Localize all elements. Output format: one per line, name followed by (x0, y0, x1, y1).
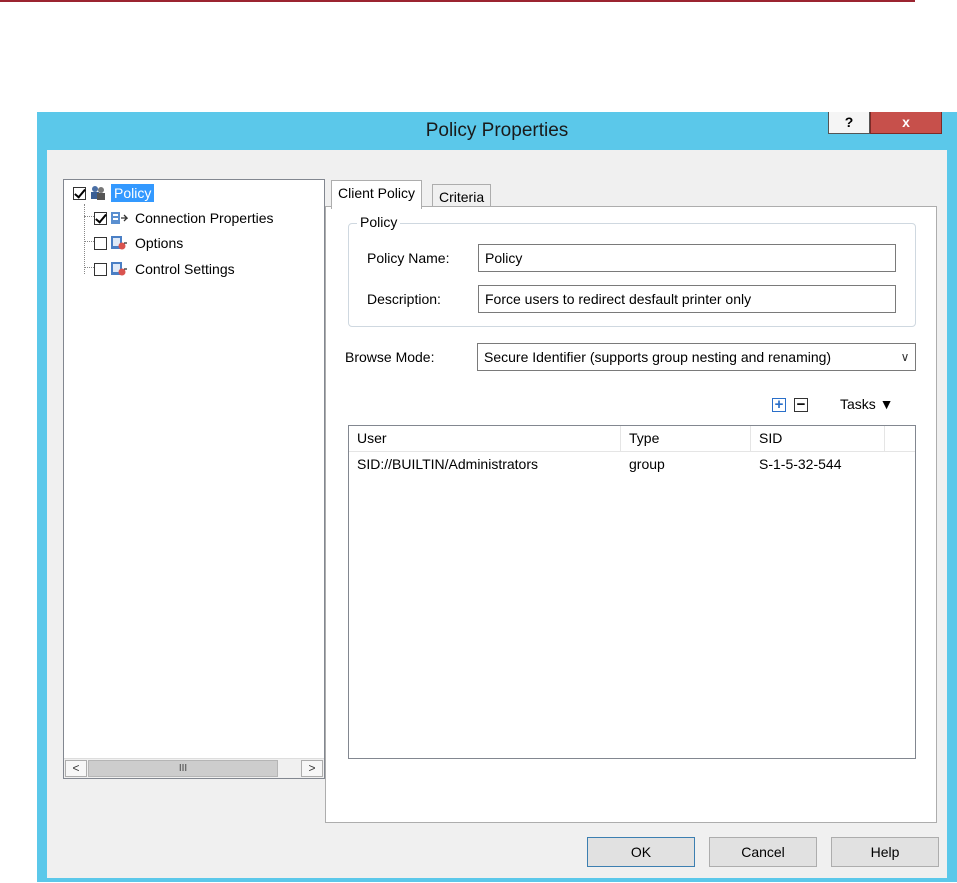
tree-connector (84, 204, 85, 274)
cancel-button[interactable]: Cancel (709, 837, 817, 867)
options-checkbox[interactable] (94, 236, 107, 250)
scroll-left-button[interactable]: < (65, 760, 87, 777)
remove-user-button[interactable]: − (794, 397, 808, 412)
policy-name-field[interactable]: Policy (478, 244, 896, 272)
ok-button[interactable]: OK (587, 837, 695, 867)
tree-item-label: Control Settings (135, 261, 235, 277)
connection-icon (111, 212, 128, 224)
group-legend: Policy (357, 214, 401, 230)
users-policy-icon (91, 186, 105, 200)
tree-item-label: Policy (111, 184, 155, 202)
top-accent-line (0, 0, 915, 2)
tree-connector (84, 267, 94, 268)
tree-item-options[interactable]: Options (94, 233, 186, 253)
policy-tree: Policy Connection Properties Options Con… (63, 179, 325, 779)
chevron-down-icon: ∨ (895, 344, 915, 370)
browse-mode-select[interactable]: Secure Identifier (supports group nestin… (477, 343, 916, 371)
list-header: User Type SID (349, 426, 915, 452)
scroll-thumb[interactable]: III (88, 760, 278, 777)
browse-mode-value: Secure Identifier (supports group nestin… (484, 349, 832, 365)
description-field[interactable]: Force users to redirect desfault printer… (478, 285, 896, 313)
connection-properties-checkbox[interactable] (94, 211, 107, 225)
client-policy-page: Policy Policy Name: Policy Description: … (325, 206, 937, 823)
help-button[interactable]: Help (831, 837, 939, 867)
add-user-button[interactable]: + (772, 397, 786, 412)
description-label: Description: (367, 291, 441, 307)
policy-properties-dialog: Policy Properties ? x Policy Connection … (37, 112, 957, 882)
browse-mode-label: Browse Mode: (345, 349, 435, 365)
users-list[interactable]: User Type SID SID://BUILTIN/Administrato… (348, 425, 916, 759)
tree-item-label: Options (135, 235, 184, 251)
control-settings-icon (111, 262, 127, 276)
policy-checkbox[interactable] (73, 186, 86, 200)
tree-horizontal-scrollbar[interactable]: < III > (64, 758, 324, 778)
cell-user: SID://BUILTIN/Administrators (357, 456, 539, 472)
tree-item-policy[interactable]: Policy (73, 183, 155, 203)
close-button[interactable]: x (870, 112, 942, 134)
column-header-sid[interactable]: SID (751, 426, 885, 451)
tree-item-label: Connection Properties (135, 210, 274, 226)
scroll-right-button[interactable]: > (301, 760, 323, 777)
cell-sid: S-1-5-32-544 (759, 456, 842, 472)
control-settings-checkbox[interactable] (94, 262, 107, 276)
cell-type: group (629, 456, 665, 472)
dialog-client-area: Policy Connection Properties Options Con… (47, 150, 947, 878)
tree-item-connection-properties[interactable]: Connection Properties (94, 208, 277, 228)
tree-item-control-settings[interactable]: Control Settings (94, 259, 238, 279)
column-header-user[interactable]: User (349, 426, 621, 451)
column-header-type[interactable]: Type (621, 426, 751, 451)
table-row[interactable]: SID://BUILTIN/Administrators group S-1-5… (349, 453, 915, 475)
tree-connector (84, 241, 94, 242)
tab-client-policy[interactable]: Client Policy (331, 180, 423, 209)
tree-connector (84, 216, 94, 217)
policy-name-label: Policy Name: (367, 250, 450, 266)
dialog-title: Policy Properties (425, 120, 569, 141)
policy-groupbox: Policy Policy Name: Policy Description: … (348, 214, 916, 327)
tasks-menu[interactable]: Tasks ▼ (840, 396, 894, 412)
help-title-button[interactable]: ? (828, 112, 870, 134)
options-icon (111, 236, 127, 250)
